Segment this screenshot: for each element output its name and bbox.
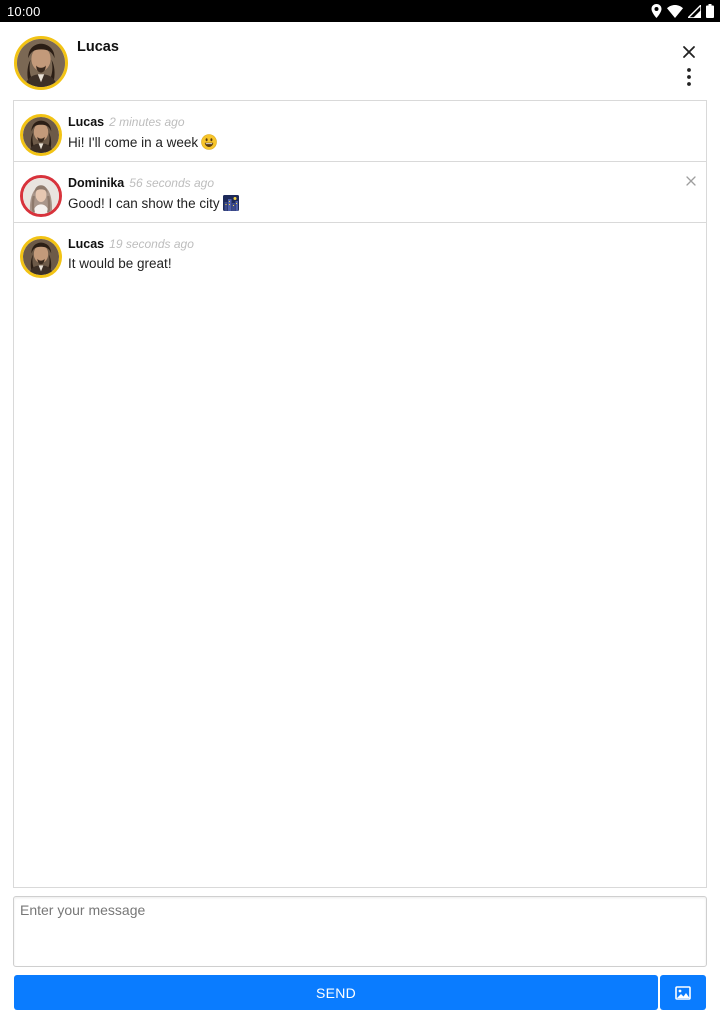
smiley-emoji-icon [201, 134, 217, 150]
author-name: Lucas [68, 237, 105, 251]
message-timestamp: 2 minutes ago [109, 115, 185, 129]
close-icon [686, 176, 696, 186]
person-photo-lucas [17, 39, 65, 87]
author-name: Dominika [68, 176, 125, 190]
signal-icon [688, 4, 701, 18]
message-text: Hi! I'll come in a week [68, 134, 217, 150]
message-body: It would be great! [68, 256, 172, 271]
message-input-wrapper [13, 896, 707, 967]
message-body: Good! I can show the city [68, 196, 220, 211]
status-bar: 10:00 [0, 0, 720, 22]
person-photo-lucas [23, 117, 59, 153]
contact-name: Lucas [77, 39, 119, 55]
message-list[interactable]: Lucas 2 minutes ago Hi! I'll come in a we… [13, 100, 707, 888]
attach-image-button[interactable] [660, 975, 706, 1010]
close-button[interactable] [678, 41, 700, 63]
status-time: 10:00 [7, 4, 41, 19]
battery-icon [706, 4, 714, 18]
message-author: Dominika 56 seconds ago [68, 176, 214, 190]
location-icon [651, 4, 662, 18]
message-timestamp: 19 seconds ago [109, 237, 194, 251]
send-button[interactable]: SEND [14, 975, 658, 1010]
close-icon [683, 46, 695, 58]
message-body: Hi! I'll come in a week [68, 135, 199, 150]
message-timestamp: 56 seconds ago [129, 176, 214, 190]
message-item: Lucas 19 seconds ago It would be great! [14, 223, 706, 284]
send-button-label: SEND [315, 984, 357, 1001]
image-icon [675, 985, 691, 1000]
person-photo-lucas [23, 239, 59, 275]
author-name: Lucas [68, 115, 105, 129]
message-author: Lucas 19 seconds ago [68, 237, 194, 251]
message-text: Good! I can show the city [68, 195, 239, 211]
delete-message-button[interactable] [684, 174, 698, 188]
chat-header: Lucas [0, 22, 720, 100]
message-item: Dominika 56 seconds ago Good! I can show … [14, 162, 706, 223]
more-vertical-icon [687, 68, 691, 86]
message-item: Lucas 2 minutes ago Hi! I'll come in a we… [14, 101, 706, 162]
message-input[interactable] [14, 897, 706, 966]
message-avatar[interactable] [20, 236, 62, 278]
message-avatar[interactable] [20, 114, 62, 156]
message-text: It would be great! [68, 256, 172, 271]
status-icons [651, 3, 714, 19]
wifi-icon [667, 4, 683, 18]
more-options-button[interactable] [678, 66, 700, 88]
contact-avatar[interactable] [14, 36, 68, 90]
person-photo-dominika [23, 178, 59, 214]
message-author: Lucas 2 minutes ago [68, 115, 185, 129]
message-avatar[interactable] [20, 175, 62, 217]
night-city-emoji-icon [222, 195, 239, 211]
